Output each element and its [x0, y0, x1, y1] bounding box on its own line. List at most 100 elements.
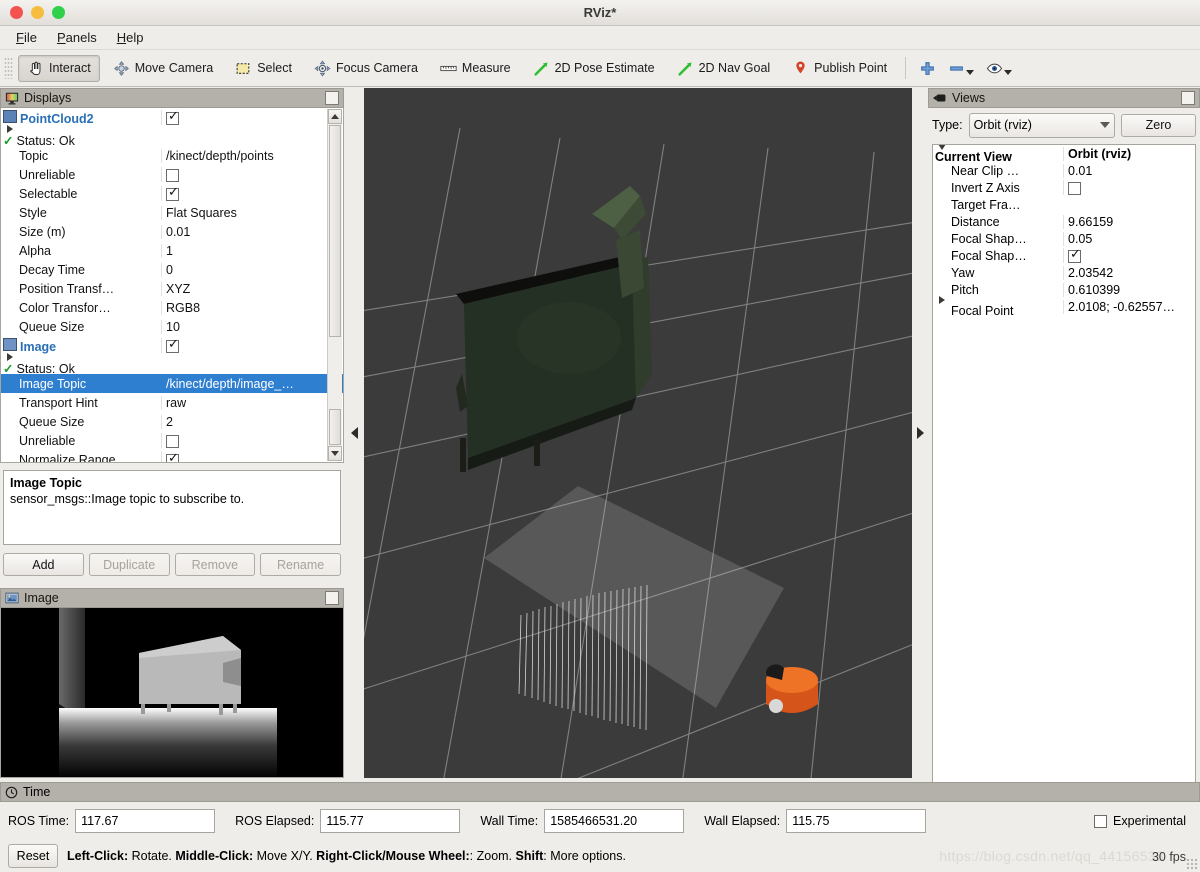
property-value-cell[interactable]	[161, 167, 343, 182]
tree-expander[interactable]	[3, 353, 16, 361]
view-property-row[interactable]: Near Clip … 0.01	[933, 162, 1195, 179]
display-row[interactable]: ✓ Status: Ok	[1, 353, 343, 376]
wall-time-input[interactable]: 1585466531.20	[544, 809, 685, 833]
tool-move-camera[interactable]: Move Camera	[104, 55, 223, 82]
menu-panels[interactable]: Panels	[49, 28, 105, 47]
right-splitter[interactable]	[912, 88, 928, 778]
property-checkbox[interactable]	[1068, 181, 1081, 195]
view-property-row[interactable]: Distance 9.66159	[933, 213, 1195, 230]
views-float-button[interactable]	[1181, 91, 1195, 105]
view-property-row[interactable]: Target Fra…	[933, 196, 1195, 213]
display-row[interactable]: Queue Size 10	[1, 317, 343, 336]
property-value-cell[interactable]: 0.01	[161, 224, 343, 239]
scroll-thumb[interactable]	[329, 125, 341, 337]
view-property-value-cell[interactable]	[1063, 248, 1195, 263]
displays-float-button[interactable]	[325, 91, 339, 105]
collapse-right-icon[interactable]	[916, 427, 924, 439]
toolbar-visibility-button[interactable]	[986, 60, 1013, 77]
view-property-row[interactable]: Yaw 2.03542	[933, 264, 1195, 281]
chevron-down-icon[interactable]	[966, 69, 975, 75]
property-value-cell[interactable]: 1	[161, 243, 343, 258]
display-row[interactable]: Normalize Range	[1, 450, 343, 462]
view-property-value-cell[interactable]: 0.610399	[1063, 282, 1195, 297]
property-value-cell[interactable]: raw	[161, 395, 343, 410]
property-value-cell[interactable]: 2	[161, 414, 343, 429]
tree-expander[interactable]	[3, 125, 16, 133]
view-property-row[interactable]: Focal Shap… 0.05	[933, 230, 1195, 247]
tool-interact[interactable]: Interact	[18, 54, 100, 82]
display-row[interactable]: Selectable	[1, 184, 343, 203]
property-checkbox[interactable]	[166, 434, 179, 448]
property-value-cell[interactable]: /kinect/depth/image_…	[161, 376, 343, 391]
property-checkbox[interactable]	[166, 338, 179, 353]
display-row[interactable]: Transport Hint raw	[1, 393, 343, 412]
display-row[interactable]: Position Transf… XYZ	[1, 279, 343, 298]
property-value-cell[interactable]: 10	[161, 319, 343, 334]
scroll-down-button[interactable]	[328, 446, 342, 461]
displays-tree[interactable]: PointCloud2✓Status: OkTopic/kinect/depth…	[0, 108, 344, 463]
toolbar-add-tool-button[interactable]	[919, 60, 936, 77]
display-row[interactable]: Size (m) 0.01	[1, 222, 343, 241]
property-value-cell[interactable]: /kinect/depth/points	[161, 148, 343, 163]
property-value-cell[interactable]: XYZ	[161, 281, 343, 296]
collapse-left-icon[interactable]	[350, 427, 358, 439]
property-checkbox[interactable]	[166, 168, 179, 182]
resize-grip[interactable]	[1186, 858, 1198, 870]
view-property-row[interactable]: Focal Point 2.0108; -0.62557…	[933, 295, 1195, 318]
view-property-value-cell[interactable]: 0.05	[1063, 231, 1195, 246]
property-checkbox[interactable]	[166, 110, 179, 125]
property-checkbox[interactable]	[1068, 248, 1081, 263]
ros-time-input[interactable]: 117.67	[75, 809, 216, 833]
property-value-cell[interactable]: 0	[161, 262, 343, 277]
image-float-button[interactable]	[325, 591, 339, 605]
zero-view-button[interactable]: Zero	[1121, 113, 1196, 137]
display-row[interactable]: Queue Size 2	[1, 412, 343, 431]
view-property-value-cell[interactable]: 0.01	[1063, 163, 1195, 178]
display-row[interactable]: Alpha 1	[1, 241, 343, 260]
property-value-cell[interactable]	[161, 338, 343, 353]
view-property-row[interactable]: Current View Orbit (rviz)	[933, 145, 1195, 164]
display-row[interactable]: Decay Time 0	[1, 260, 343, 279]
property-value-cell[interactable]: RGB8	[161, 300, 343, 315]
tool-publish-point[interactable]: Publish Point	[783, 55, 896, 82]
tool-measure[interactable]: Measure	[431, 55, 520, 82]
property-checkbox[interactable]	[166, 452, 179, 462]
view-type-dropdown[interactable]: Orbit (rviz)	[968, 112, 1115, 138]
view-property-value-cell[interactable]: 2.0108; -0.62557…	[1063, 299, 1195, 314]
views-tree[interactable]: Current View Orbit (rviz) Near Clip … 0.01 I…	[932, 144, 1196, 816]
experimental-toggle[interactable]: Experimental	[1094, 814, 1186, 828]
scroll-thumb-lower[interactable]	[329, 409, 341, 445]
tool-2d-nav-goal[interactable]: 2D Nav Goal	[668, 55, 780, 82]
display-row[interactable]: ✓ Status: Ok	[1, 125, 343, 148]
display-row[interactable]: Color Transfor… RGB8	[1, 298, 343, 317]
view-property-row[interactable]: Invert Z Axis	[933, 179, 1195, 196]
view-property-value-cell[interactable]	[1063, 180, 1195, 195]
property-value-cell[interactable]	[161, 110, 343, 125]
tree-expander[interactable]	[935, 295, 948, 304]
property-value-cell[interactable]	[161, 452, 343, 462]
display-row[interactable]: Unreliable	[1, 165, 343, 184]
wall-elapsed-input[interactable]: 115.75	[786, 809, 927, 833]
left-splitter[interactable]	[346, 88, 362, 778]
view-property-row[interactable]: Focal Shap…	[933, 247, 1195, 264]
display-row[interactable]: Unreliable	[1, 431, 343, 450]
display-row[interactable]: Topic/kinect/depth/points	[1, 146, 343, 165]
property-checkbox[interactable]	[166, 186, 179, 201]
display-row[interactable]: Image Topic/kinect/depth/image_…	[1, 374, 343, 393]
display-row[interactable]: Style Flat Squares	[1, 203, 343, 222]
property-value-cell[interactable]	[161, 433, 343, 448]
chevron-down-icon[interactable]	[1004, 69, 1013, 75]
3d-viewport[interactable]	[364, 88, 912, 778]
property-value-cell[interactable]	[161, 186, 343, 201]
view-property-value-cell[interactable]: Orbit (rviz)	[1063, 146, 1195, 161]
ros-elapsed-input[interactable]: 115.77	[320, 809, 461, 833]
menu-help[interactable]: Help	[109, 28, 152, 47]
reset-button[interactable]: Reset	[8, 844, 58, 868]
scroll-up-button[interactable]	[328, 109, 342, 124]
add-display-button[interactable]: Add	[3, 553, 84, 576]
experimental-checkbox[interactable]	[1094, 814, 1108, 828]
tool-focus-camera[interactable]: Focus Camera	[305, 55, 427, 82]
toolbar-grip[interactable]	[4, 57, 13, 79]
displays-scrollbar[interactable]	[327, 109, 342, 461]
tool-2d-pose-estimate[interactable]: 2D Pose Estimate	[524, 55, 664, 82]
